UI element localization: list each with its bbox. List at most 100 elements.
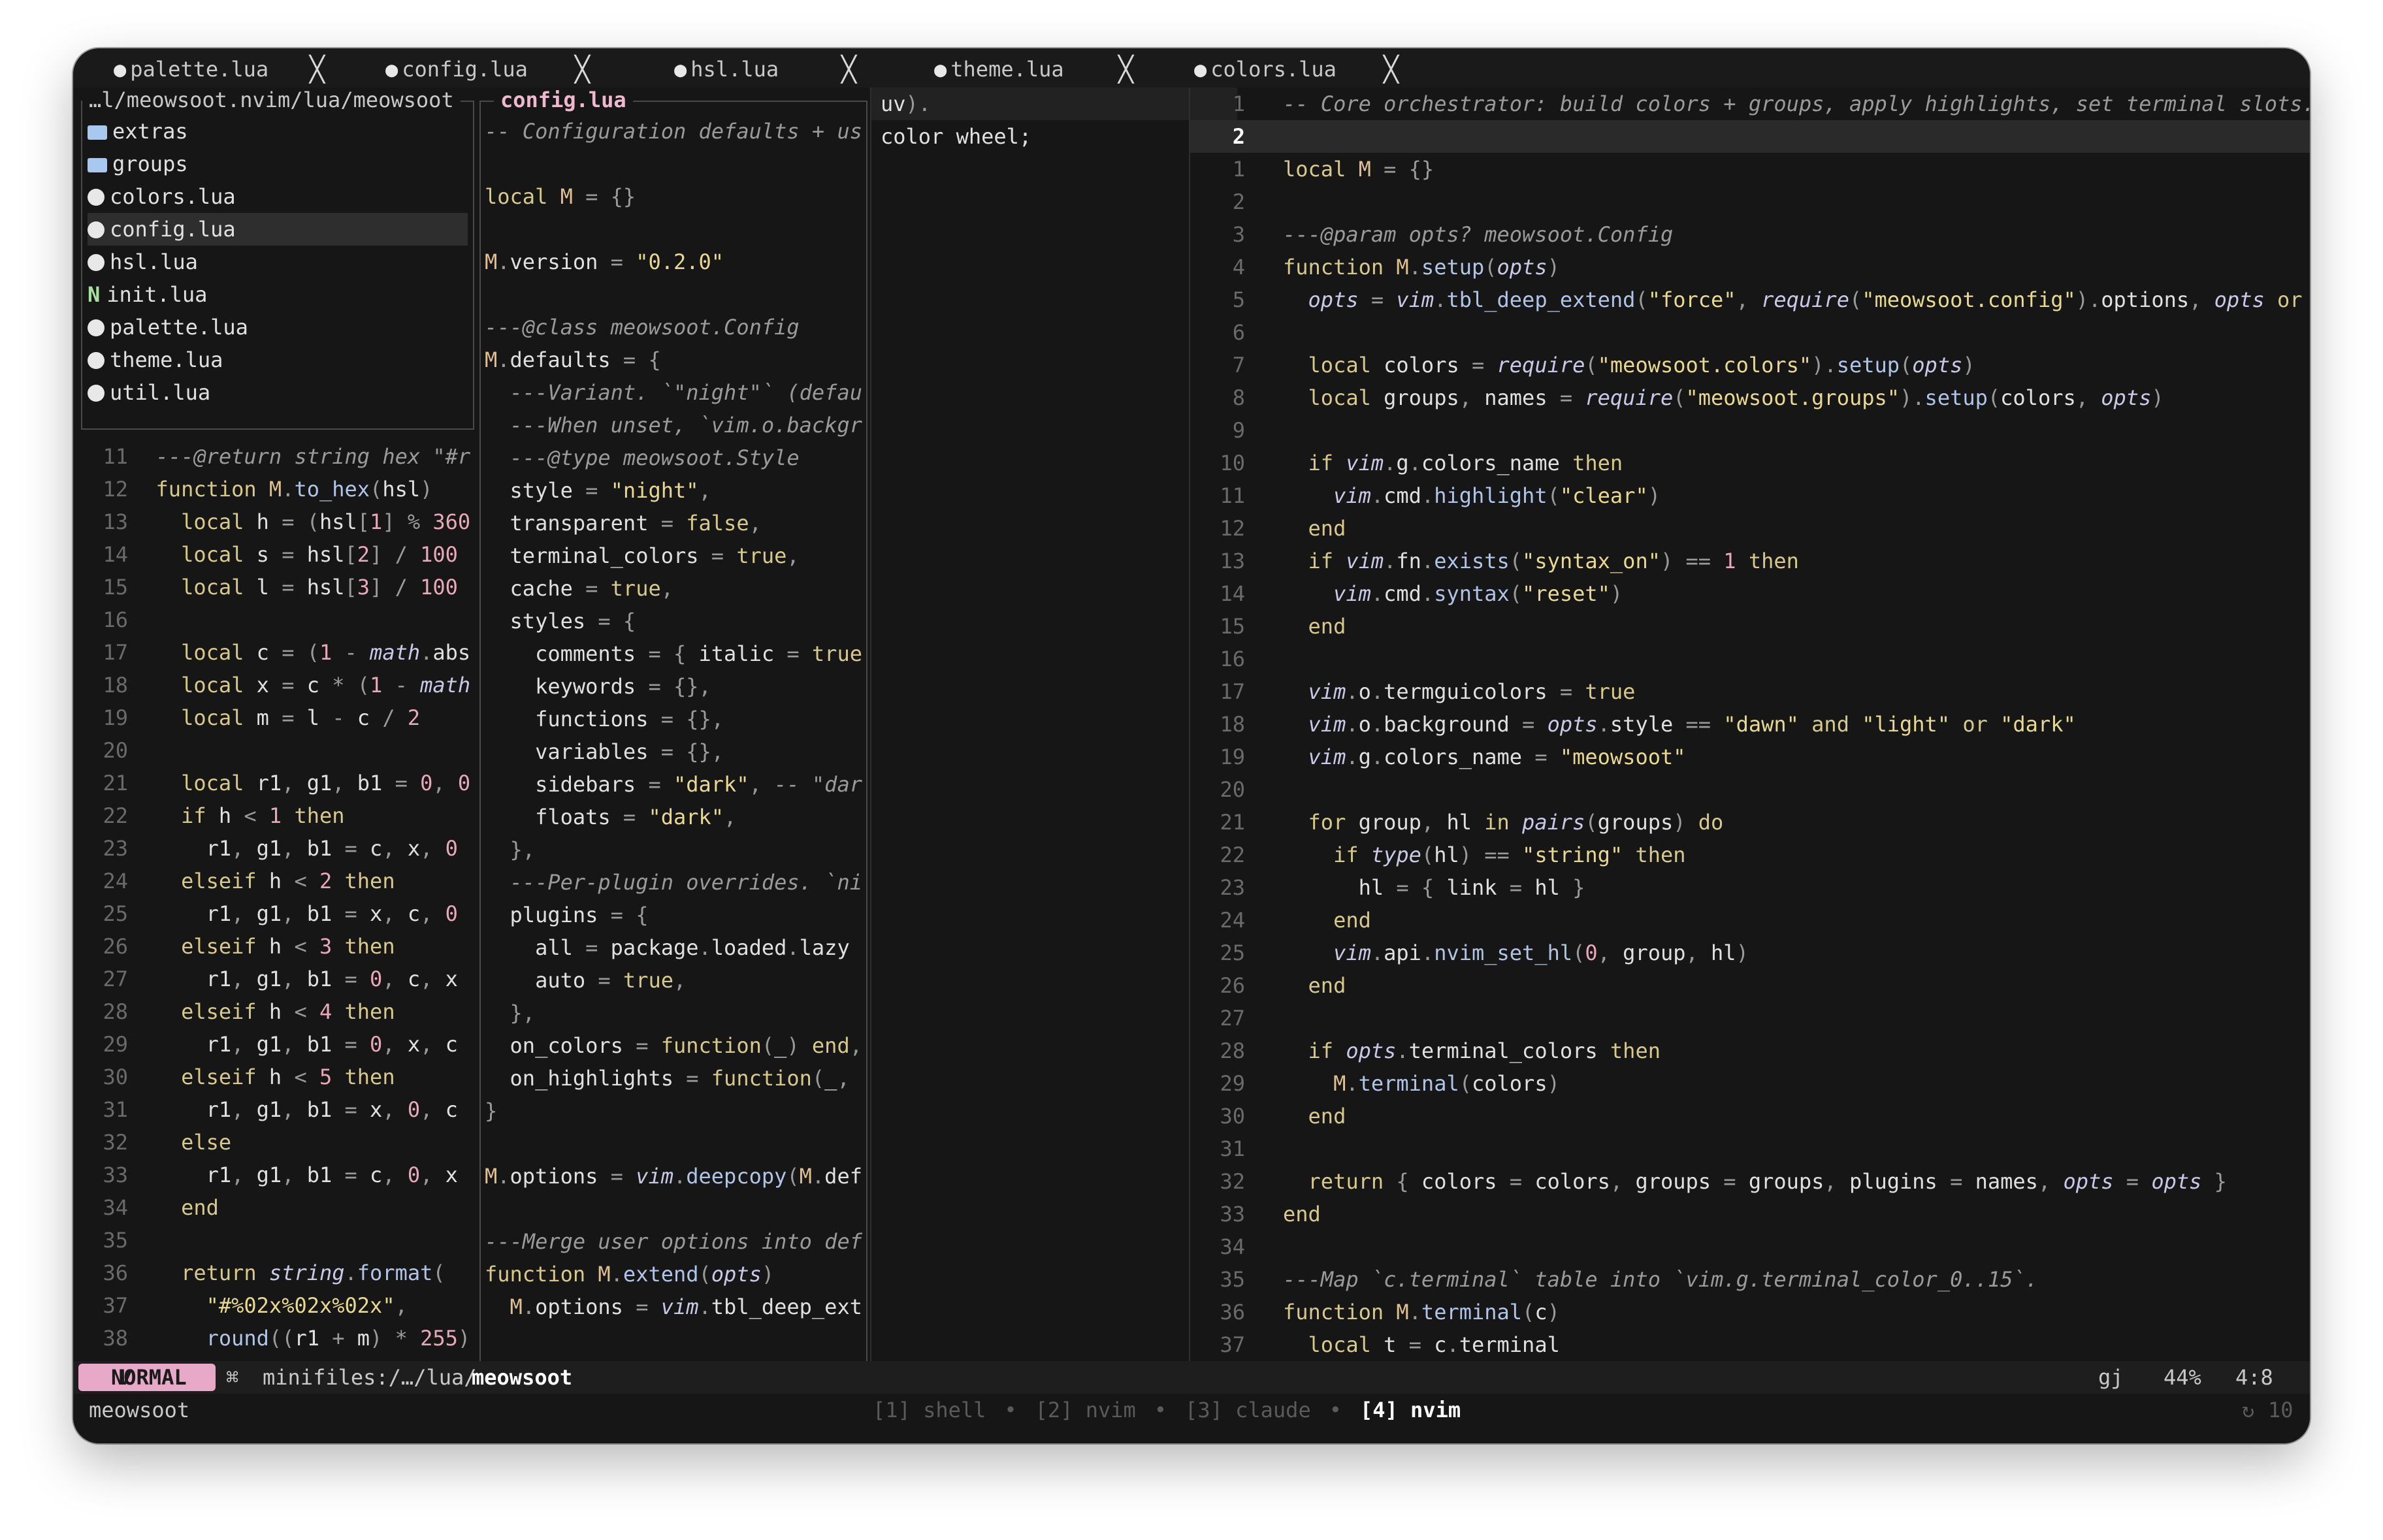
code-line[interactable]: 7 local colors = require("meowsoot.color… <box>1190 349 2310 381</box>
tmux-window-3[interactable]: [3] claude <box>1185 1398 1311 1422</box>
code-line[interactable]: }, <box>485 997 866 1029</box>
code-line[interactable]: 33 end <box>1190 1198 2310 1230</box>
code-line[interactable]: 11 vim.cmd.highlight("clear") <box>1190 479 2310 512</box>
code-line[interactable]: sidebars = "dark", -- "dar <box>485 768 866 801</box>
code-line[interactable]: 1 -- Core orchestrator: build colors + gr… <box>1190 88 2310 120</box>
code-line[interactable]: 17 local c = (1 - math.abs <box>73 636 478 669</box>
code-line[interactable] <box>485 278 866 311</box>
code-line[interactable]: 15 end <box>1190 610 2310 643</box>
code-line[interactable]: cache = true, <box>485 572 866 605</box>
code-line[interactable]: 13 local h = (hsl[1] % 360 <box>73 505 478 538</box>
close-icon[interactable]: ╳ <box>575 55 590 84</box>
explorer-file[interactable]: hsl.lua <box>88 246 468 278</box>
code-line[interactable]: 36 return string.format( <box>73 1257 478 1289</box>
code-line[interactable]: 28 elseif h < 4 then <box>73 995 478 1028</box>
code-line[interactable]: ---Per-plugin overrides. `ni <box>485 866 866 899</box>
code-line[interactable] <box>485 1127 866 1160</box>
explorer-file[interactable]: colors.lua <box>88 180 468 213</box>
code-line[interactable]: terminal_colors = true, <box>485 539 866 572</box>
code-line[interactable]: 34 end <box>73 1191 478 1224</box>
code-line[interactable]: 6 <box>1190 316 2310 349</box>
code-line[interactable]: 10 if vim.g.colors_name then <box>1190 447 2310 479</box>
code-line[interactable]: 20 <box>73 734 478 767</box>
code-line[interactable]: 2 <box>1190 185 2310 218</box>
code-line[interactable]: 15 local l = hsl[3] / 100 <box>73 571 478 603</box>
code-line[interactable]: 12 function M.to_hex(hsl) <box>73 473 478 505</box>
code-line[interactable]: floats = "dark", <box>485 801 866 833</box>
code-line[interactable]: transparent = false, <box>485 507 866 539</box>
code-line[interactable]: ---@type meowsoot.Style <box>485 441 866 474</box>
code-line[interactable]: 17 vim.o.termguicolors = true <box>1190 675 2310 708</box>
explorer-file[interactable]: palette.lua <box>88 311 468 344</box>
explorer-file[interactable]: config.lua <box>88 213 468 246</box>
code-line[interactable]: 25 r1, g1, b1 = x, c, 0 <box>73 897 478 930</box>
explorer-file[interactable]: theme.lua <box>88 344 468 376</box>
code-line[interactable]: 23 r1, g1, b1 = c, x, 0 <box>73 832 478 865</box>
tab-config[interactable]: ● config.lua ╳ <box>385 55 590 84</box>
code-line[interactable]: 26 elseif h < 3 then <box>73 930 478 963</box>
code-line[interactable]: 11 ---@return string hex "#r <box>73 440 478 473</box>
code-line[interactable]: M.options = vim.deepcopy(M.def <box>485 1160 866 1193</box>
code-line[interactable]: 33 r1, g1, b1 = c, 0, x <box>73 1159 478 1191</box>
code-line[interactable]: ---When unset, `vim.o.backgr <box>485 409 866 441</box>
code-line[interactable]: on_highlights = function(_, <box>485 1062 866 1095</box>
code-line[interactable]: M.defaults = { <box>485 344 866 376</box>
code-line[interactable]: 29 M.terminal(colors) <box>1190 1067 2310 1100</box>
code-line[interactable] <box>485 213 866 246</box>
code-line[interactable]: 21 local r1, g1, b1 = 0, 0 <box>73 767 478 799</box>
code-line[interactable]: plugins = { <box>485 899 866 931</box>
file-explorer[interactable]: …l/meowsoot.nvim/lua/meowsoot extras grou… <box>81 88 474 430</box>
explorer-folder[interactable]: groups <box>88 148 468 180</box>
tab-palette[interactable]: ● palette.lua ╳ <box>114 55 325 84</box>
explorer-folder[interactable]: extras <box>88 115 468 148</box>
colors-editor-pane[interactable]: 1 -- Core orchestrator: build colors + gr… <box>1189 88 2310 1361</box>
code-line[interactable]: on_colors = function(_) end, <box>485 1029 866 1062</box>
code-line[interactable]: 30 end <box>1190 1100 2310 1132</box>
code-line[interactable]: 16 <box>73 603 478 636</box>
code-line[interactable]: 29 r1, g1, b1 = 0, x, c <box>73 1028 478 1061</box>
code-line[interactable]: 1 local M = {} <box>1190 153 2310 185</box>
code-line[interactable]: 8 local groups, names = require("meowsoo… <box>1190 381 2310 414</box>
code-line[interactable]: ---Merge user options into def <box>485 1225 866 1258</box>
code-line[interactable]: 38 round((r1 + m) * 255) <box>73 1322 478 1355</box>
code-line[interactable]: M.version = "0.2.0" <box>485 246 866 278</box>
theme-editor-pane[interactable]: uv). color wheel; <box>870 88 1237 1361</box>
explorer-file[interactable]: Ninit.lua <box>88 278 468 311</box>
code-line[interactable]: style = "night", <box>485 474 866 507</box>
tab-colors[interactable]: ● colors.lua ╳ <box>1194 55 1399 84</box>
code-line[interactable]: auto = true, <box>485 964 866 997</box>
code-line[interactable]: functions = {}, <box>485 703 866 735</box>
code-line[interactable]: color wheel; <box>871 120 1237 153</box>
code-line[interactable]: 23 hl = { link = hl } <box>1190 871 2310 904</box>
close-icon[interactable]: ╳ <box>310 55 325 84</box>
code-line[interactable]: 27 <box>1190 1002 2310 1035</box>
code-line[interactable]: ---Variant. `"night"` (defau <box>485 376 866 409</box>
code-line[interactable]: 37 local t = c.terminal <box>1190 1328 2310 1361</box>
code-line[interactable]: 35 <box>73 1224 478 1257</box>
code-line[interactable]: 18 local x = c * (1 - math <box>73 669 478 701</box>
code-line[interactable]: ---@class meowsoot.Config <box>485 311 866 344</box>
code-line[interactable]: } <box>485 1095 866 1127</box>
code-line[interactable]: 16 <box>1190 643 2310 675</box>
current-line[interactable]: 2 <box>1190 120 2310 153</box>
code-line[interactable]: 37 "#%02x%02x%02x", <box>73 1289 478 1322</box>
code-line[interactable]: comments = { italic = true <box>485 637 866 670</box>
code-line[interactable]: 5 opts = vim.tbl_deep_extend("force", re… <box>1190 283 2310 316</box>
code-line[interactable]: uv). <box>871 88 1237 120</box>
code-line[interactable]: 34 <box>1190 1230 2310 1263</box>
code-line[interactable] <box>485 148 866 180</box>
code-line[interactable]: 35 ---Map `c.terminal` table into `vim.g.… <box>1190 1263 2310 1296</box>
code-line[interactable]: 14 local s = hsl[2] / 100 <box>73 538 478 571</box>
tab-theme[interactable]: ● theme.lua ╳ <box>934 55 1133 84</box>
code-line[interactable]: 4 function M.setup(opts) <box>1190 251 2310 283</box>
code-line[interactable]: variables = {}, <box>485 735 866 768</box>
code-line[interactable]: 31 <box>1190 1132 2310 1165</box>
code-line[interactable]: all = package.loaded.lazy <box>485 931 866 964</box>
close-icon[interactable]: ╳ <box>1384 55 1399 84</box>
tmux-window-1[interactable]: [1] shell <box>873 1398 986 1422</box>
code-line[interactable]: 27 r1, g1, b1 = 0, c, x <box>73 963 478 995</box>
code-line[interactable]: 20 <box>1190 773 2310 806</box>
code-line[interactable]: 24 elseif h < 2 then <box>73 865 478 897</box>
code-line[interactable]: 24 end <box>1190 904 2310 937</box>
explorer-file[interactable]: util.lua <box>88 376 468 409</box>
